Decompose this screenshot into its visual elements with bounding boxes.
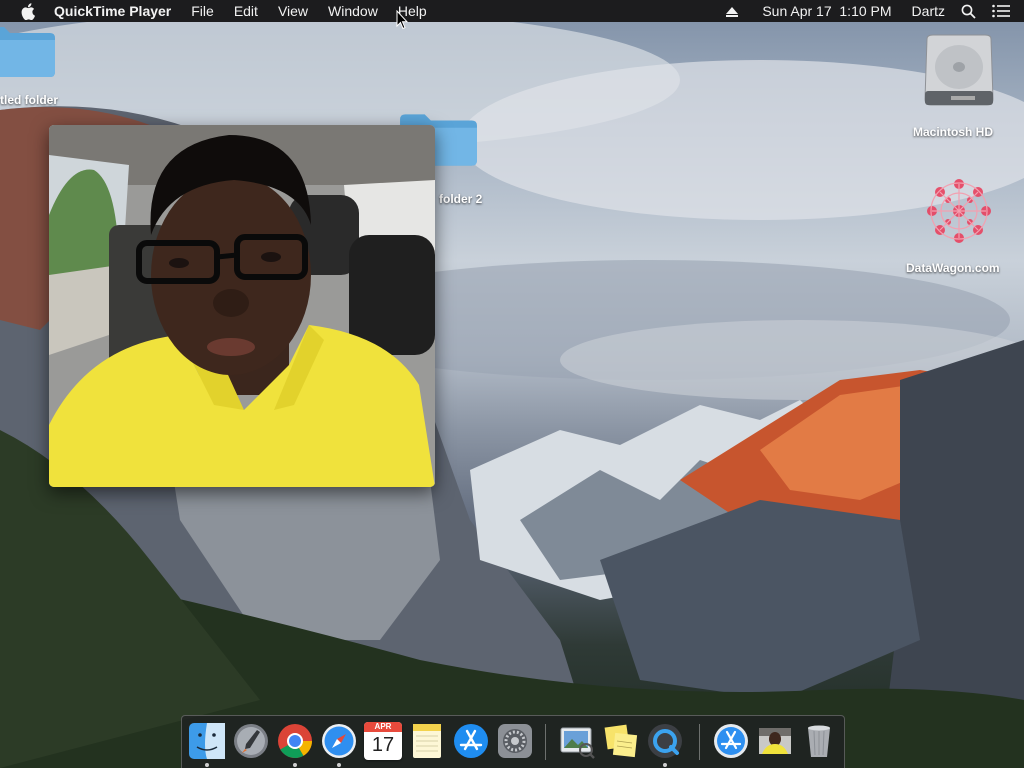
desktop-icon-label: tled folder [0,93,59,107]
menu-bar: QuickTime Player File Edit View Window H… [0,0,1024,22]
mouse-cursor-icon [396,10,408,30]
launchpad-icon[interactable] [232,722,270,760]
desktop-icon-label: DataWagon.com [906,261,1000,275]
menu-edit[interactable]: Edit [234,3,258,19]
app-store-download-icon[interactable] [712,722,750,760]
dock-running-indicator [205,763,209,767]
quicktime-video-window[interactable] [49,125,435,487]
app-store-icon[interactable] [452,722,490,760]
finder-icon[interactable] [188,722,226,760]
stickies-icon[interactable] [602,722,640,760]
app-menu-quicktime[interactable]: QuickTime Player [54,3,171,19]
photo-thumbnail-icon[interactable] [756,722,794,760]
apple-menu-icon[interactable] [20,2,36,20]
desktop-icon-datawagon[interactable]: DataWagon.com [900,170,1020,280]
notification-center-icon[interactable] [992,4,1010,18]
notes-icon[interactable] [408,722,446,760]
desktop-icon-untitled-folder[interactable]: tled folder [0,22,80,117]
hard-drive-icon [924,34,994,106]
quicktime-icon[interactable] [646,722,684,760]
dock-running-indicator [337,763,341,767]
dock: APR 17 [181,715,845,768]
video-frame [49,125,435,487]
dock-separator [699,724,700,760]
menu-window[interactable]: Window [328,3,378,19]
dock-separator [545,724,546,760]
calendar-day: 17 [371,734,395,756]
calendar-month: APR [364,722,402,732]
eject-icon[interactable] [726,6,739,17]
trash-icon[interactable] [800,722,838,760]
folder-icon [0,27,55,77]
system-preferences-icon[interactable] [496,722,534,760]
desktop-icon-macintosh-hd[interactable]: Macintosh HD [906,30,1012,142]
chrome-icon[interactable] [276,722,314,760]
desktop-icon-label: folder 2 [439,192,483,206]
spotlight-search-icon[interactable] [961,4,976,19]
dock-running-indicator [663,763,667,767]
menu-file[interactable]: File [191,3,214,19]
safari-icon[interactable] [320,722,358,760]
menubar-status-area: Sun Apr 17 1:10 PM Dartz [726,0,1024,22]
preview-icon[interactable] [558,722,596,760]
menu-view[interactable]: View [278,3,308,19]
menubar-user[interactable]: Dartz [912,3,945,19]
dock-running-indicator [293,763,297,767]
datawagon-icon [927,179,991,243]
calendar-icon[interactable]: APR 17 [364,722,402,760]
desktop-icon-label: Macintosh HD [913,125,994,139]
menubar-clock[interactable]: Sun Apr 17 1:10 PM [762,3,891,19]
